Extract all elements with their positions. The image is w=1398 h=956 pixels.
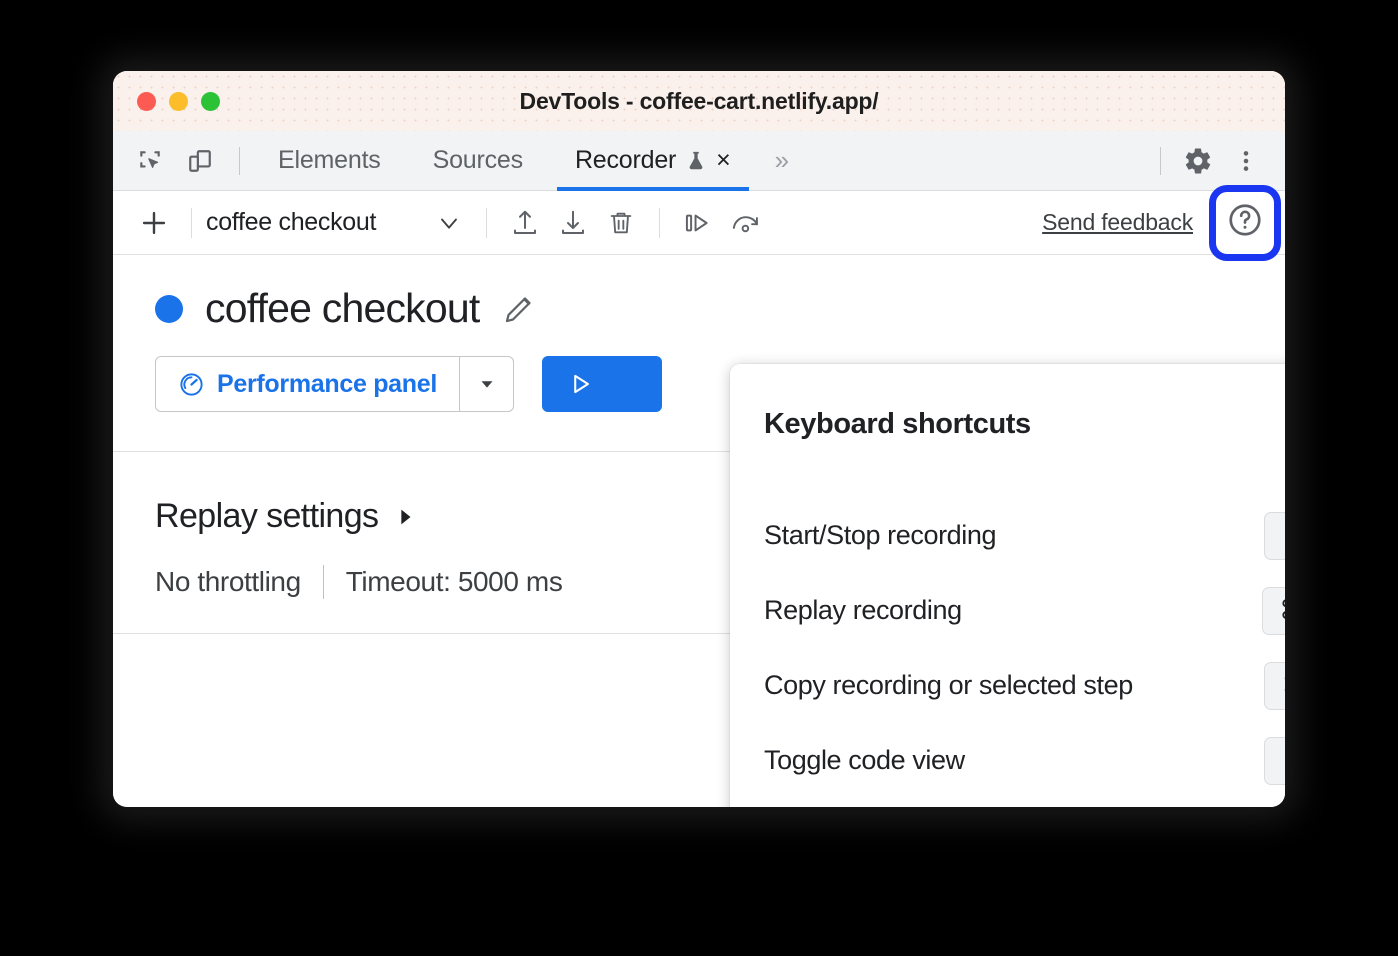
import-icon[interactable]	[549, 199, 597, 247]
shortcut-row: Replay recording ⌘ ↵	[764, 573, 1285, 648]
shortcut-key-modifier: ⌘	[1282, 670, 1285, 701]
chevron-right-icon	[394, 504, 416, 530]
performance-panel-select-main[interactable]: Performance panel	[156, 357, 459, 411]
delete-icon[interactable]	[597, 199, 645, 247]
window-title: DevTools - coffee-cart.netlify.app/	[520, 88, 879, 115]
send-feedback-link[interactable]: Send feedback	[1042, 209, 1193, 236]
shortcut-label: Copy recording or selected step	[764, 670, 1133, 701]
device-toolbar-icon[interactable]	[177, 138, 223, 184]
recording-status-dot	[155, 295, 183, 323]
settings-gear-icon[interactable]	[1175, 138, 1221, 184]
performance-panel-select[interactable]: Performance panel	[155, 356, 514, 412]
shortcut-keys: ⌘ B	[1264, 737, 1285, 785]
devtools-window: DevTools - coffee-cart.netlify.app/ Elem…	[113, 71, 1285, 807]
toolbar-divider-3	[659, 208, 660, 238]
replay-speed-icon[interactable]	[722, 199, 770, 247]
tab-recorder[interactable]: Recorder ×	[549, 131, 757, 191]
shortcut-keys: ⌘ ↵	[1262, 587, 1285, 635]
replay-settings-toggle[interactable]: Replay settings	[155, 497, 416, 536]
traffic-light-group	[137, 71, 220, 131]
shortcut-key-modifier: ⌘	[1279, 595, 1285, 626]
tabbar-right-divider	[1160, 147, 1161, 175]
tab-elements[interactable]: Elements	[252, 131, 407, 191]
shortcut-label: Replay recording	[764, 595, 962, 626]
popup-title: Keyboard shortcuts	[764, 408, 1031, 441]
recording-title: coffee checkout	[205, 285, 479, 332]
replay-settings-summary: No throttling Timeout: 5000 ms	[155, 565, 562, 599]
tabbar-divider	[239, 147, 240, 175]
zoom-window-button[interactable]	[201, 92, 220, 111]
shortcut-label: Toggle code view	[764, 745, 965, 776]
minimize-window-button[interactable]	[169, 92, 188, 111]
close-window-button[interactable]	[137, 92, 156, 111]
performance-panel-chevron-down-icon[interactable]	[459, 357, 513, 411]
experimental-flask-icon	[685, 149, 707, 173]
toolbar-divider-2	[486, 208, 487, 238]
throttling-value: No throttling	[155, 566, 301, 598]
keyboard-shortcuts-popup: Keyboard shortcuts Start/Stop recording …	[730, 364, 1285, 807]
replay-settings-label: Replay settings	[155, 497, 378, 536]
more-options-icon[interactable]	[1223, 138, 1269, 184]
tabbar-left-tools	[113, 138, 252, 184]
help-question-icon	[1226, 201, 1264, 244]
shortcut-row: Toggle code view ⌘ B	[764, 723, 1285, 798]
tab-elements-label: Elements	[278, 146, 381, 175]
shortcut-row: Start/Stop recording ⌘ E	[764, 498, 1285, 573]
help-button[interactable]	[1223, 201, 1267, 245]
window-titlebar: DevTools - coffee-cart.netlify.app/	[113, 71, 1285, 131]
toolbar-divider-1	[191, 208, 192, 238]
tab-recorder-close-icon[interactable]: ×	[716, 148, 730, 173]
recording-header: coffee checkout	[113, 255, 1285, 332]
tab-sources[interactable]: Sources	[407, 131, 549, 191]
tab-recorder-label: Recorder	[575, 146, 676, 175]
shortcut-key-modifier: ⌘	[1282, 745, 1285, 776]
inspect-element-icon[interactable]	[127, 138, 173, 184]
tabbar-right-tools	[1148, 138, 1285, 184]
summary-divider	[323, 565, 324, 599]
shortcut-keys: ⌘ C	[1264, 662, 1285, 710]
shortcut-label: Start/Stop recording	[764, 520, 996, 551]
more-tabs-icon[interactable]: »	[757, 145, 805, 176]
shortcut-keys: ⌘ E	[1264, 512, 1285, 560]
shortcut-list: Start/Stop recording ⌘ E Replay recordin…	[764, 498, 1285, 798]
shortcut-key-modifier: ⌘	[1282, 520, 1285, 551]
recording-name-label[interactable]: coffee checkout	[206, 208, 376, 237]
shortcut-row: Copy recording or selected step ⌘ C	[764, 648, 1285, 723]
recording-select-chevron-down-icon[interactable]	[426, 200, 472, 246]
replay-button[interactable]	[542, 356, 662, 412]
performance-panel-label: Performance panel	[217, 370, 437, 399]
edit-pencil-icon[interactable]	[501, 291, 537, 327]
timeout-value: Timeout: 5000 ms	[346, 566, 563, 598]
recorder-toolbar: coffee checkout	[113, 191, 1285, 255]
popup-header: Keyboard shortcuts	[764, 364, 1285, 442]
add-recording-icon[interactable]	[131, 200, 177, 246]
tab-sources-label: Sources	[433, 146, 523, 175]
export-icon[interactable]	[501, 199, 549, 247]
performance-gauge-icon	[178, 371, 205, 398]
step-replay-icon[interactable]	[674, 199, 722, 247]
devtools-tabbar: Elements Sources Recorder × »	[113, 131, 1285, 191]
